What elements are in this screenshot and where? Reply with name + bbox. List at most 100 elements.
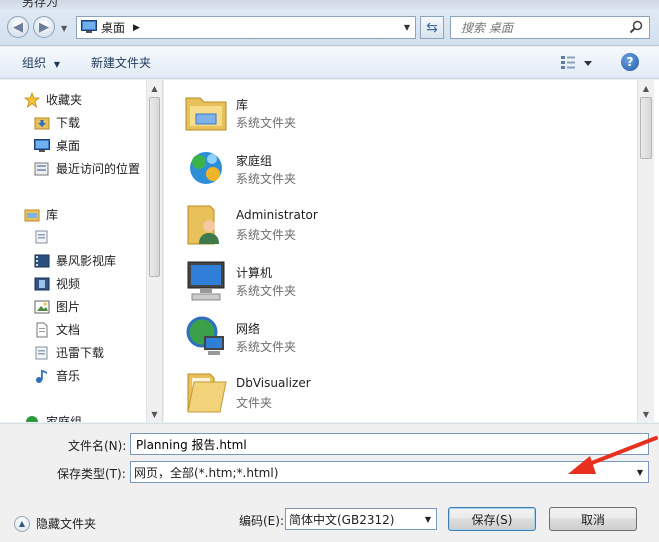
address-dropdown-icon[interactable]: ▼ (404, 23, 410, 32)
save-button[interactable]: 保存(S) (448, 507, 536, 531)
item-type: 系统文件夹 (236, 228, 297, 242)
nav-homegroup-label: 家庭组 (46, 415, 83, 422)
view-icon (561, 56, 575, 69)
file-list-scrollbar[interactable]: ▲ ▼ (637, 80, 654, 422)
scroll-up-icon[interactable]: ▲ (147, 80, 162, 96)
new-folder-button[interactable]: 新建文件夹 (91, 54, 151, 71)
filename-label: 文件名(N): (68, 439, 127, 453)
list-item[interactable]: DbVisualizer 文件夹 (182, 366, 622, 418)
nav-xunlei-label: 迅雷下载 (56, 346, 105, 360)
window-title: 另存为 (22, 0, 59, 9)
back-button[interactable]: ◀ (7, 16, 29, 38)
breadcrumb-desktop[interactable]: 桌面 (101, 19, 125, 36)
search-input[interactable] (459, 19, 619, 36)
file-scrollbar-thumb[interactable] (640, 97, 652, 159)
command-toolbar: 组织 ▼ 新建文件夹 ? (0, 47, 659, 79)
nav-favorites[interactable]: 收藏夹 (24, 91, 82, 108)
annotation-arrow-icon (568, 436, 658, 474)
nav-scrollbar-thumb[interactable] (149, 97, 160, 277)
title-bar: 另存为 (0, 0, 659, 10)
nav-pictures[interactable]: 图片 (34, 298, 80, 315)
search-box[interactable] (450, 16, 650, 39)
chevron-down-icon[interactable]: ▼ (420, 509, 436, 529)
nav-recent-places[interactable]: 最近访问的位置 (34, 160, 140, 177)
picture-icon (34, 299, 50, 315)
list-item[interactable]: 家庭组 系统文件夹 (182, 142, 622, 194)
address-row: ◀ ▶ ▼ 桌面 ▶ ▼ ⇆ (0, 10, 659, 46)
nav-library-item[interactable] (34, 229, 56, 245)
hide-folders-toggle[interactable]: ▲ 隐藏文件夹 (14, 515, 96, 532)
nav-desktop[interactable]: 桌面 (34, 137, 80, 154)
nav-recent-label: 最近访问的位置 (56, 162, 141, 176)
user-folder-icon (182, 200, 230, 248)
video-library-icon (34, 253, 50, 269)
chevron-up-icon: ▲ (14, 515, 30, 532)
nav-videos-label: 视频 (56, 277, 81, 291)
arrow-left-icon: ◀ (13, 19, 23, 35)
item-name: 库 (236, 98, 249, 112)
help-icon: ? (626, 55, 634, 69)
recent-pages-dropdown[interactable]: ▼ (61, 24, 67, 33)
music-icon (34, 368, 50, 384)
item-name: 家庭组 (236, 154, 273, 168)
chevron-down-icon: ▼ (53, 60, 60, 69)
navigation-pane: 收藏夹 下载 桌面 最近访问的位置 库 暴风影视库 视频 图片 文档 迅雷下载 (0, 80, 163, 422)
filetype-value: 网页，全部(*.htm;*.html) (134, 465, 279, 480)
help-button[interactable]: ? (621, 53, 639, 71)
item-type: 系统文件夹 (236, 116, 297, 130)
nav-library-label: 库 (46, 208, 59, 222)
cancel-button[interactable]: 取消 (549, 507, 637, 531)
forward-button[interactable]: ▶ (33, 16, 55, 38)
encoding-label: 编码(E): (239, 514, 284, 528)
document-library-icon (34, 229, 50, 245)
star-icon (24, 91, 40, 108)
address-bar[interactable]: 桌面 ▶ ▼ (76, 16, 416, 39)
nav-downloads[interactable]: 下载 (34, 114, 80, 131)
search-icon[interactable] (629, 20, 643, 37)
nav-scrollbar[interactable]: ▲ ▼ (146, 80, 162, 422)
list-item[interactable]: 库 系统文件夹 (182, 86, 622, 138)
nav-documents[interactable]: 文档 (34, 321, 80, 338)
document-icon (34, 322, 50, 338)
item-type: 系统文件夹 (236, 284, 297, 298)
breadcrumb-chevron-icon[interactable]: ▶ (133, 23, 140, 33)
item-name: Administrator (236, 208, 318, 222)
network-icon (182, 312, 230, 360)
item-name: 网络 (236, 322, 261, 336)
organize-button[interactable]: 组织 ▼ (22, 54, 60, 71)
nav-videos[interactable]: 视频 (34, 275, 80, 292)
nav-baofeng[interactable]: 暴风影视库 (34, 252, 116, 269)
nav-music-label: 音乐 (56, 369, 81, 383)
nav-documents-label: 文档 (56, 323, 81, 337)
download-library-icon (34, 345, 50, 361)
nav-homegroup[interactable]: 家庭组 (24, 413, 82, 422)
organize-label: 组织 (22, 56, 47, 70)
nav-library[interactable]: 库 (24, 206, 58, 223)
homegroup-icon (182, 144, 230, 192)
refresh-button[interactable]: ⇆ (420, 16, 444, 39)
list-item[interactable]: 网络 系统文件夹 (182, 310, 622, 362)
hide-folders-label: 隐藏文件夹 (36, 517, 97, 531)
computer-icon (182, 256, 230, 304)
nav-xunlei[interactable]: 迅雷下载 (34, 344, 104, 361)
file-list: 库 系统文件夹 家庭组 系统文件夹 Administrator 系统文件夹 计算… (164, 80, 659, 422)
recent-places-icon (34, 161, 50, 177)
scroll-down-icon[interactable]: ▼ (638, 406, 654, 422)
encoding-select[interactable]: 简体中文(GB2312) ▼ (285, 508, 437, 530)
nav-baofeng-label: 暴风影视库 (56, 254, 117, 268)
item-type: 系统文件夹 (236, 340, 297, 354)
scroll-up-icon[interactable]: ▲ (638, 80, 654, 96)
view-options-button[interactable] (560, 55, 598, 74)
nav-music[interactable]: 音乐 (34, 367, 80, 384)
film-icon (34, 276, 50, 292)
library-icon (24, 207, 40, 223)
item-type: 系统文件夹 (236, 172, 297, 186)
list-item[interactable]: Administrator 系统文件夹 (182, 198, 622, 250)
refresh-icon: ⇆ (426, 19, 438, 36)
folder-icon (182, 368, 230, 416)
encoding-value: 简体中文(GB2312) (289, 512, 395, 527)
nav-favorites-label: 收藏夹 (46, 93, 83, 107)
scroll-down-icon[interactable]: ▼ (147, 406, 162, 422)
item-name: DbVisualizer (236, 376, 311, 390)
list-item[interactable]: 计算机 系统文件夹 (182, 254, 622, 306)
